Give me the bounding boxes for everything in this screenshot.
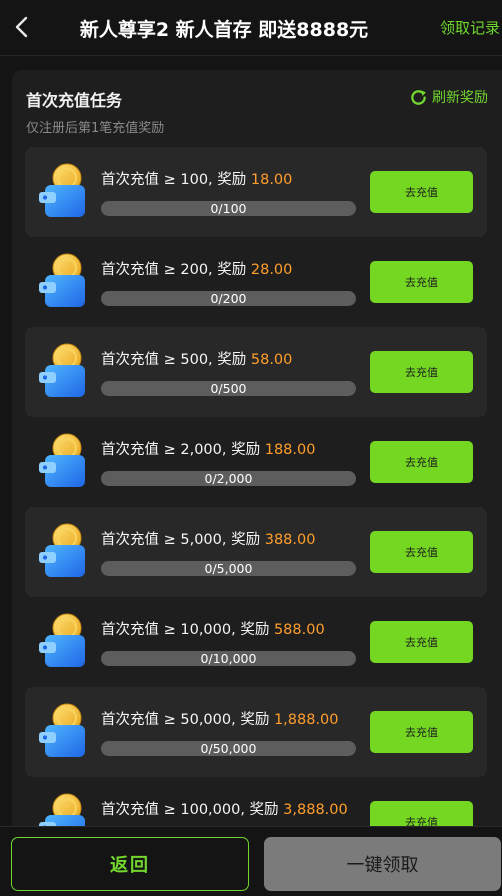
task-condition: 首次充值 ≥ 50,000, 奖励 bbox=[101, 712, 274, 728]
task-description: 首次充值 ≥ 500, 奖励 58.00 bbox=[101, 348, 292, 369]
task-row: 首次充值 ≥ 200, 奖励 28.00 0/200 去充值 bbox=[25, 237, 487, 327]
progress-text: 0/10,000 bbox=[200, 651, 257, 666]
task-description: 首次充值 ≥ 10,000, 奖励 588.00 bbox=[101, 618, 325, 639]
task-row: 首次充值 ≥ 100,000, 奖励 3,888.00 0/100,000 去充… bbox=[25, 777, 487, 830]
refresh-label: 刷新奖励 bbox=[432, 90, 488, 106]
wallet-coin-icon bbox=[39, 343, 85, 397]
task-reward: 3,888.00 bbox=[283, 802, 348, 818]
task-condition: 首次充值 ≥ 100, 奖励 bbox=[101, 172, 251, 188]
task-list: 首次充值 ≥ 100, 奖励 18.00 0/100 去充值 首次充值 ≥ 20… bbox=[25, 147, 487, 830]
task-progress-bar: 0/2,000 bbox=[101, 471, 356, 486]
task-condition: 首次充值 ≥ 2,000, 奖励 bbox=[101, 442, 265, 458]
task-progress-bar: 0/10,000 bbox=[101, 651, 356, 666]
task-description: 首次充值 ≥ 100, 奖励 18.00 bbox=[101, 168, 292, 189]
progress-text: 0/500 bbox=[210, 381, 247, 396]
task-condition: 首次充值 ≥ 100,000, 奖励 bbox=[101, 802, 284, 818]
recharge-button[interactable]: 去充值 bbox=[370, 621, 473, 663]
wallet-coin-icon bbox=[39, 253, 85, 307]
task-reward: 388.00 bbox=[264, 532, 316, 548]
wallet-coin-icon bbox=[39, 433, 85, 487]
task-reward: 28.00 bbox=[250, 262, 293, 278]
progress-text: 0/5,000 bbox=[204, 561, 253, 576]
panel-title: 首次充值任务 bbox=[26, 91, 123, 110]
task-description: 首次充值 ≥ 100,000, 奖励 3,888.00 bbox=[101, 798, 348, 819]
task-condition: 首次充值 ≥ 5,000, 奖励 bbox=[101, 532, 265, 548]
task-row: 首次充值 ≥ 5,000, 奖励 388.00 0/5,000 去充值 bbox=[25, 507, 487, 597]
task-condition: 首次充值 ≥ 10,000, 奖励 bbox=[101, 622, 274, 638]
task-progress-bar: 0/500 bbox=[101, 381, 356, 396]
task-row: 首次充值 ≥ 2,000, 奖励 188.00 0/2,000 去充值 bbox=[25, 417, 487, 507]
wallet-coin-icon bbox=[39, 703, 85, 757]
wallet-coin-icon bbox=[39, 613, 85, 667]
progress-text: 0/200 bbox=[210, 291, 247, 306]
refresh-icon bbox=[411, 89, 426, 105]
top-bar: 新人尊享2 新人首存 即送8888元 领取记录 bbox=[0, 0, 502, 56]
refresh-rewards-button[interactable]: 刷新奖励 bbox=[409, 87, 488, 107]
recharge-button[interactable]: 去充值 bbox=[370, 441, 473, 483]
progress-text: 0/50,000 bbox=[200, 741, 257, 756]
bottom-bar: 返回 一键领取 bbox=[0, 826, 502, 896]
task-condition: 首次充值 ≥ 500, 奖励 bbox=[101, 352, 251, 368]
back-arrow-icon[interactable] bbox=[10, 14, 34, 40]
task-reward: 18.00 bbox=[250, 172, 293, 188]
page-title: 新人尊享2 新人首存 即送8888元 bbox=[79, 19, 369, 41]
task-description: 首次充值 ≥ 5,000, 奖励 388.00 bbox=[101, 528, 315, 549]
records-link[interactable]: 领取记录 bbox=[440, 17, 500, 38]
progress-text: 0/2,000 bbox=[204, 471, 253, 486]
recharge-button[interactable]: 去充值 bbox=[370, 711, 473, 753]
task-progress-bar: 0/50,000 bbox=[101, 741, 356, 756]
wallet-coin-icon bbox=[39, 793, 85, 830]
task-progress-bar: 0/5,000 bbox=[101, 561, 356, 576]
task-row: 首次充值 ≥ 50,000, 奖励 1,888.00 0/50,000 去充值 bbox=[25, 687, 487, 777]
task-row: 首次充值 ≥ 10,000, 奖励 588.00 0/10,000 去充值 bbox=[25, 597, 487, 687]
wallet-coin-icon bbox=[39, 523, 85, 577]
recharge-button[interactable]: 去充值 bbox=[370, 531, 473, 573]
recharge-task-panel: 首次充值任务 仅注册后第1笔充值奖励 刷新奖励 首次充值 ≥ 100, 奖励 1… bbox=[12, 70, 502, 830]
wallet-coin-icon bbox=[39, 163, 85, 217]
task-description: 首次充值 ≥ 200, 奖励 28.00 bbox=[101, 258, 292, 279]
task-reward: 58.00 bbox=[250, 352, 293, 368]
task-reward: 588.00 bbox=[273, 622, 325, 638]
panel-subtitle: 仅注册后第1笔充值奖励 bbox=[26, 121, 165, 136]
task-reward: 188.00 bbox=[264, 442, 316, 458]
task-reward: 1,888.00 bbox=[273, 712, 339, 728]
task-condition: 首次充值 ≥ 200, 奖励 bbox=[101, 262, 251, 278]
task-progress-bar: 0/100 bbox=[101, 201, 356, 216]
return-button[interactable]: 返回 bbox=[11, 837, 249, 891]
claim-all-button[interactable]: 一键领取 bbox=[264, 837, 501, 891]
recharge-button[interactable]: 去充值 bbox=[370, 171, 473, 213]
task-row: 首次充值 ≥ 100, 奖励 18.00 0/100 去充值 bbox=[25, 147, 487, 237]
task-description: 首次充值 ≥ 50,000, 奖励 1,888.00 bbox=[101, 708, 339, 729]
task-progress-bar: 0/200 bbox=[101, 291, 356, 306]
recharge-button[interactable]: 去充值 bbox=[370, 351, 473, 393]
task-description: 首次充值 ≥ 2,000, 奖励 188.00 bbox=[101, 438, 315, 459]
task-row: 首次充值 ≥ 500, 奖励 58.00 0/500 去充值 bbox=[25, 327, 487, 417]
progress-text: 0/100 bbox=[210, 201, 247, 216]
recharge-button[interactable]: 去充值 bbox=[370, 261, 473, 303]
